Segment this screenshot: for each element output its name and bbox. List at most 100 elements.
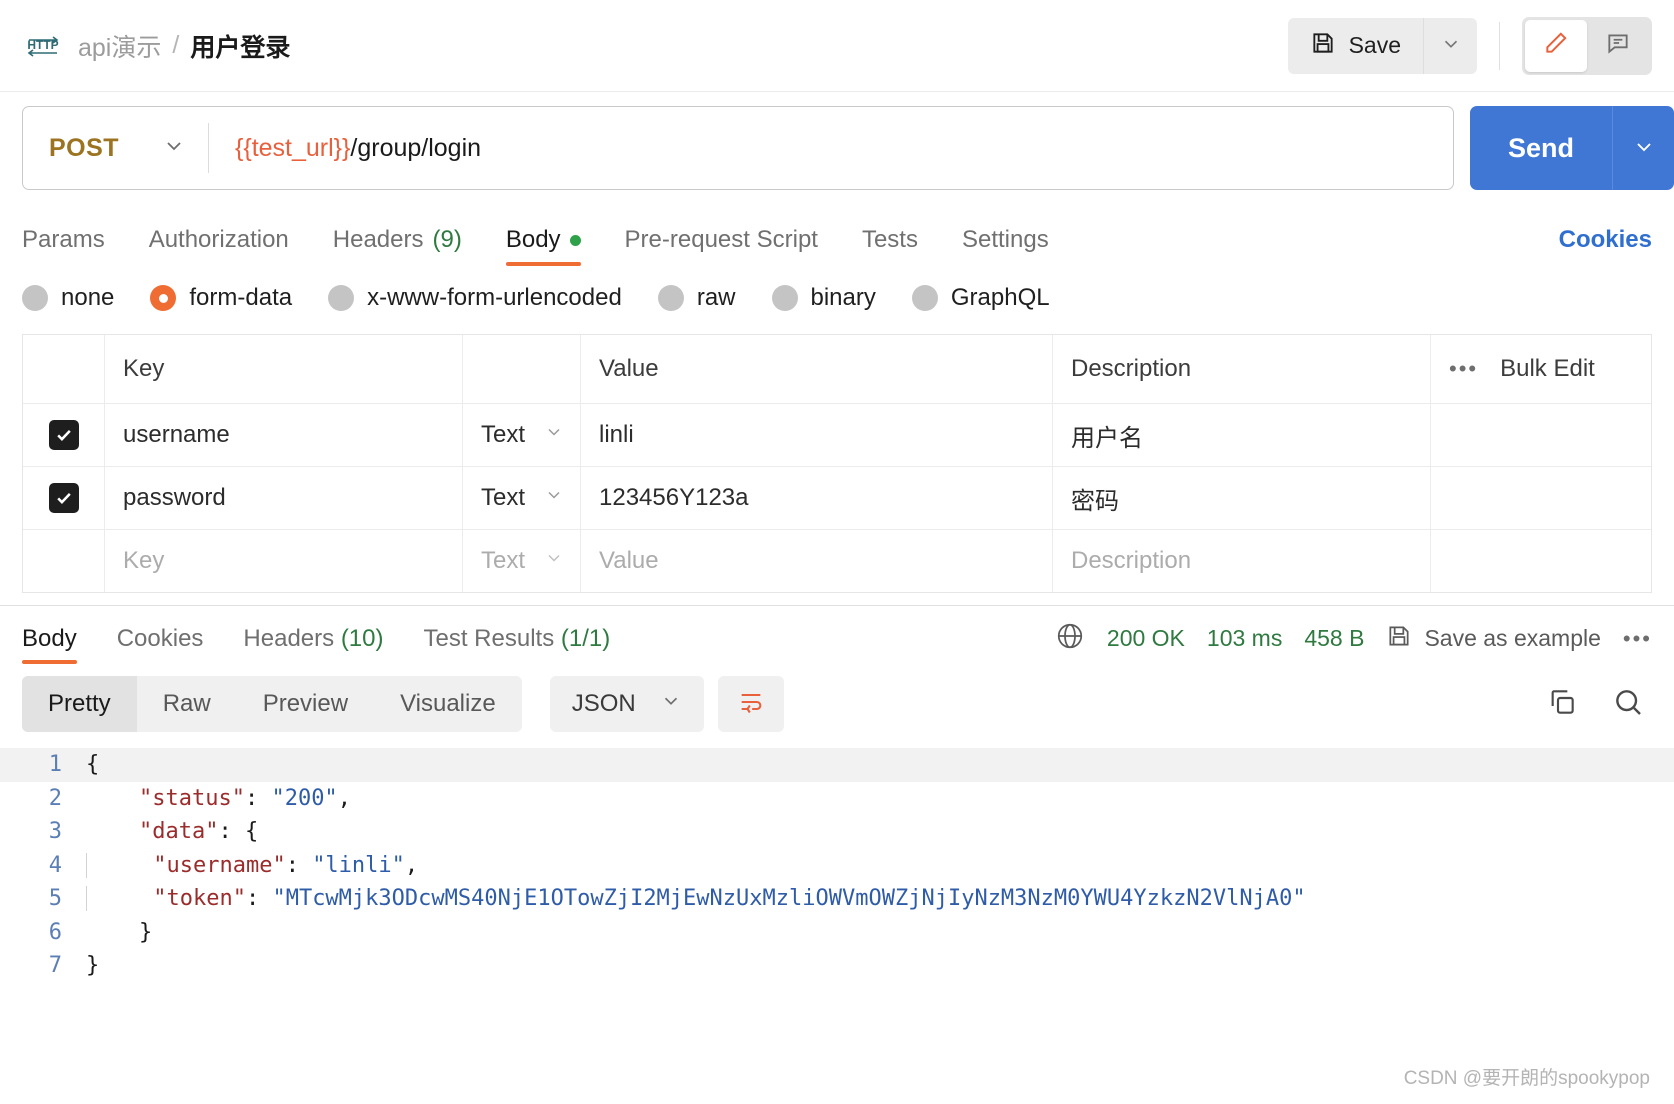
ellipsis-icon[interactable]: •••	[1623, 626, 1652, 652]
send-dropdown-button[interactable]	[1612, 106, 1674, 190]
save-button[interactable]: Save	[1287, 17, 1423, 74]
body-type-raw-label: raw	[696, 284, 736, 311]
tab-body[interactable]: Body	[505, 226, 581, 266]
request-tabs: Params Authorization Headers (9) Body Pr…	[0, 204, 1674, 266]
header-type-spacer	[463, 335, 581, 403]
send-button[interactable]: Send	[1469, 106, 1612, 190]
viewer-mode-pretty[interactable]: Pretty	[22, 676, 137, 732]
table-row-empty[interactable]: Key Text Value Description	[23, 530, 1651, 593]
body-type-none[interactable]: none	[22, 284, 114, 312]
row-type-selector[interactable]: Text	[463, 467, 581, 529]
response-tab-test-results[interactable]: Test Results (1/1)	[424, 625, 611, 664]
tab-headers[interactable]: Headers (9)	[333, 226, 462, 266]
line-number: 4	[48, 852, 62, 878]
row-value-placeholder[interactable]: Value	[581, 530, 1053, 592]
line-number: 1	[48, 752, 62, 778]
line-number: 5	[48, 886, 62, 912]
tab-headers-label: Headers	[332, 226, 424, 253]
chevron-down-icon	[544, 484, 564, 512]
row-description[interactable]: 密码	[1053, 467, 1431, 529]
code-line: 7 }	[0, 949, 1674, 983]
response-tabs: Body Cookies Headers (10) Test Results (…	[0, 606, 1674, 664]
row-type-label: Text	[481, 547, 526, 574]
breadcrumb-request-name[interactable]: 用户登录	[190, 28, 290, 64]
checkbox-checked-icon[interactable]	[48, 420, 79, 450]
json-token-value: "MTcwMjk3ODcwMS40NjE1OTowZjI2MjEwNzUxMzl…	[272, 886, 1306, 912]
watermark: CSDN @要开朗的spookypop	[1403, 1068, 1650, 1089]
row-value[interactable]: linli	[581, 404, 1053, 466]
row-checkbox-cell	[23, 530, 105, 592]
body-type-graphql-label: GraphQL	[950, 284, 1050, 311]
row-value[interactable]: 123456Y123a	[581, 467, 1053, 529]
globe-icon	[1055, 621, 1085, 656]
body-type-binary[interactable]: binary	[771, 284, 876, 312]
word-wrap-button[interactable]	[717, 676, 784, 732]
breadcrumb-collection[interactable]: api演示	[78, 28, 161, 64]
row-type-selector[interactable]: Text	[463, 404, 581, 466]
response-format-selector[interactable]: JSON	[549, 676, 704, 732]
line-number: 2	[48, 785, 62, 811]
comment-mode-button[interactable]	[1587, 20, 1649, 72]
viewer-mode-visualize[interactable]: Visualize	[374, 676, 522, 732]
body-type-graphql[interactable]: GraphQL	[911, 284, 1050, 312]
viewer-mode-preview[interactable]: Preview	[237, 676, 374, 732]
table-row[interactable]: password Text 123456Y123a 密码	[23, 467, 1651, 530]
body-type-form-data-label: form-data	[189, 284, 293, 311]
comment-icon	[1605, 30, 1631, 61]
checkbox-checked-icon[interactable]	[48, 483, 79, 513]
line-number: 6	[48, 919, 62, 945]
response-tab-headers-count: (10)	[340, 625, 384, 652]
viewer-mode-raw[interactable]: Raw	[137, 676, 237, 732]
line-content: }	[86, 953, 100, 979]
tab-settings[interactable]: Settings	[962, 226, 1049, 266]
url-path: /group/login	[350, 133, 482, 162]
table-row[interactable]: username Text linli 用户名	[23, 404, 1651, 467]
save-button-group: Save	[1287, 17, 1477, 74]
tab-params-label: Params	[22, 226, 105, 253]
header-divider	[1499, 21, 1500, 70]
row-key[interactable]: password	[105, 467, 463, 529]
breadcrumb-separator: /	[172, 31, 180, 59]
row-type-label: Text	[481, 484, 526, 511]
tab-params[interactable]: Params	[22, 226, 105, 266]
row-description-placeholder[interactable]: Description	[1053, 530, 1431, 592]
response-tab-cookies[interactable]: Cookies	[117, 625, 204, 664]
tab-body-label: Body	[505, 226, 561, 253]
header-key: Key	[105, 335, 463, 403]
edit-mode-button[interactable]	[1525, 19, 1587, 72]
row-description[interactable]: 用户名	[1053, 404, 1431, 466]
bulk-edit-button[interactable]: Bulk Edit	[1500, 355, 1595, 383]
response-size: 458 B	[1304, 625, 1365, 651]
tab-authorization[interactable]: Authorization	[149, 226, 289, 266]
response-tab-body[interactable]: Body	[22, 625, 77, 664]
body-type-form-data[interactable]: form-data	[150, 284, 292, 312]
row-key-placeholder[interactable]: Key	[105, 530, 463, 592]
cookies-link[interactable]: Cookies	[1559, 226, 1652, 266]
tab-tests[interactable]: Tests	[862, 226, 918, 266]
search-icon[interactable]	[1612, 686, 1644, 723]
code-line: 5 "token": "MTcwMjk3ODcwMS40NjE1OTowZjI2…	[0, 882, 1674, 916]
body-type-raw[interactable]: raw	[657, 284, 736, 312]
save-as-example-button[interactable]: Save as example	[1386, 623, 1601, 655]
line-number: 7	[48, 953, 62, 979]
url-input[interactable]: {{test_url}}/group/login	[209, 134, 481, 163]
save-dropdown-button[interactable]	[1423, 17, 1477, 74]
row-key[interactable]: username	[105, 404, 463, 466]
radio-icon	[911, 285, 938, 311]
row-type-selector-placeholder[interactable]: Text	[463, 530, 581, 592]
copy-icon[interactable]	[1546, 686, 1578, 723]
row-type-label: Text	[481, 421, 526, 448]
chevron-down-icon	[162, 134, 186, 163]
radio-icon	[22, 285, 48, 311]
method-selector[interactable]: POST	[23, 134, 208, 163]
ellipsis-icon[interactable]: •••	[1449, 356, 1478, 382]
body-type-urlencoded[interactable]: x-www-form-urlencoded	[328, 284, 622, 312]
response-tab-headers[interactable]: Headers (10)	[243, 625, 383, 664]
response-body-code[interactable]: 1 { 2 "status": "200", 3 "data": { 4 "us…	[0, 740, 1674, 1104]
code-line: 3 "data": {	[0, 815, 1674, 849]
tab-pre-request-script[interactable]: Pre-request Script	[625, 226, 818, 266]
http-icon: HTTP	[22, 25, 64, 67]
window-header: HTTP api演示 / 用户登录 Save	[0, 0, 1674, 92]
url-bar-row: POST {{test_url}}/group/login Send	[0, 92, 1674, 204]
line-content: }	[86, 919, 153, 945]
